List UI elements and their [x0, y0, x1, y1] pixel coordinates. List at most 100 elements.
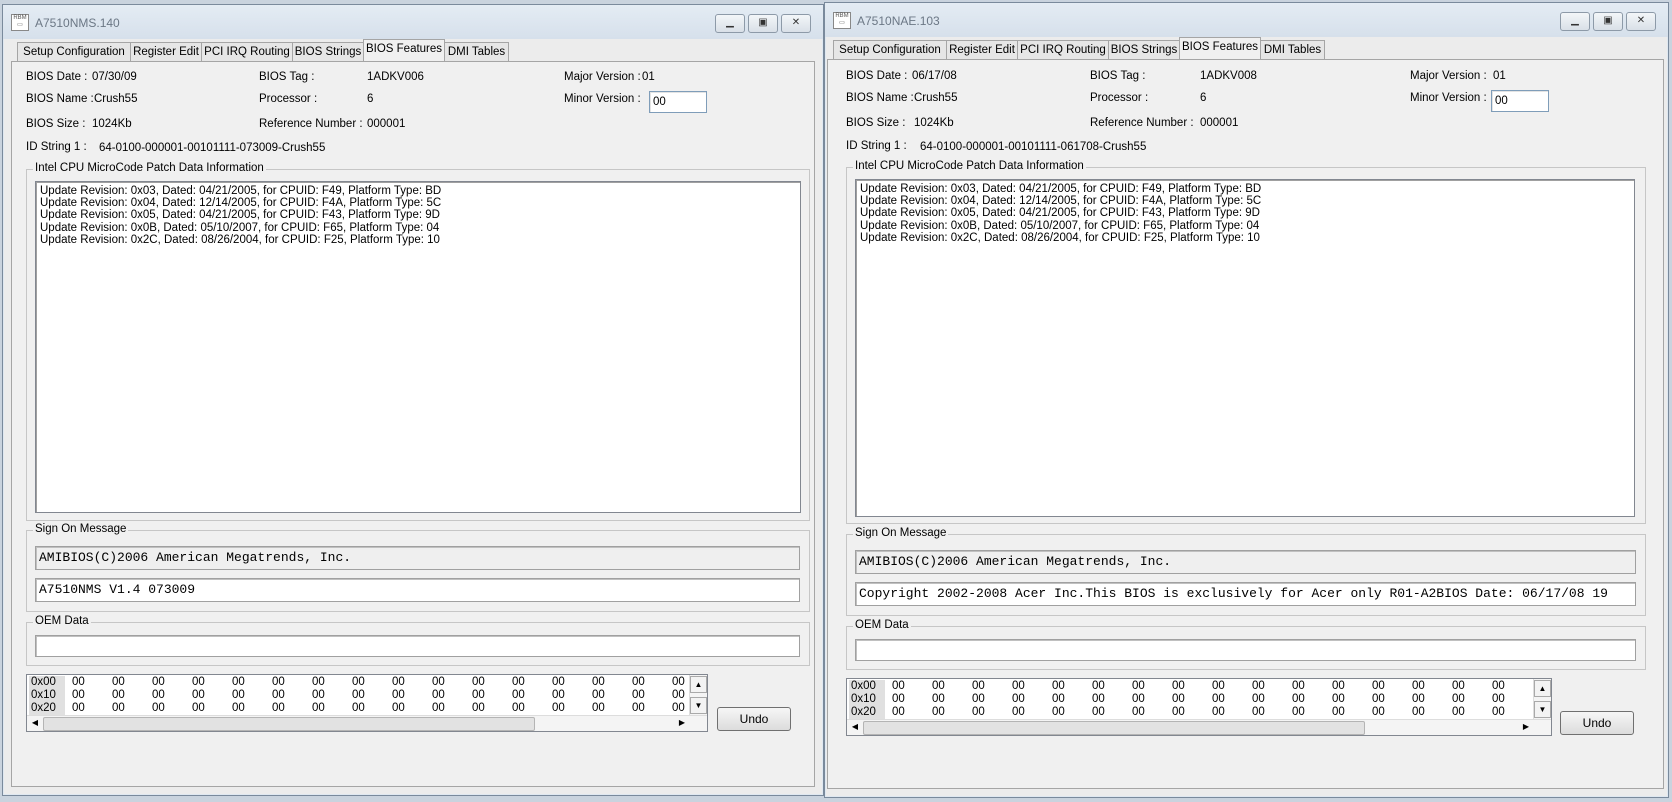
hex-cell[interactable]: 00 [1212, 706, 1225, 719]
hex-cell[interactable]: 00 [892, 680, 905, 693]
hex-cell[interactable]: 00 [592, 702, 605, 715]
hex-cell[interactable]: 00 [152, 689, 165, 702]
hex-cell[interactable]: 00 [1052, 706, 1065, 719]
scroll-up-arrow-icon[interactable]: ▲ [1534, 680, 1551, 697]
hex-cell[interactable]: 00 [1452, 693, 1465, 706]
hex-cell[interactable]: 00 [1492, 706, 1505, 719]
hex-cell[interactable]: 00 [232, 702, 245, 715]
hex-cell[interactable]: 00 [932, 706, 945, 719]
hex-cell[interactable]: 00 [192, 689, 205, 702]
close-button[interactable]: ✕ [781, 14, 811, 33]
hex-cell[interactable]: 00 [232, 676, 245, 689]
hex-cell[interactable]: 00 [392, 689, 405, 702]
hex-cell[interactable]: 00 [1412, 706, 1425, 719]
hex-cell[interactable]: 00 [1452, 680, 1465, 693]
hex-cell[interactable]: 00 [1132, 706, 1145, 719]
hex-cell[interactable]: 00 [472, 702, 485, 715]
hex-cell[interactable]: 00 [1492, 680, 1505, 693]
hex-cell[interactable]: 00 [352, 702, 365, 715]
hex-cell[interactable]: 00 [1092, 680, 1105, 693]
oem-data-input[interactable] [855, 639, 1636, 661]
hex-cell[interactable]: 00 [592, 676, 605, 689]
tab-setup-configuration[interactable]: Setup Configuration [17, 42, 131, 61]
hex-cell[interactable]: 00 [1212, 680, 1225, 693]
hex-cell[interactable]: 00 [1252, 706, 1265, 719]
title-bar[interactable]: RBM ▭ A7510NAE.103 ▁ ▣ ✕ [825, 3, 1668, 37]
hex-cell[interactable]: 00 [1452, 706, 1465, 719]
hex-cell[interactable]: 00 [1052, 680, 1065, 693]
hex-cell[interactable]: 00 [72, 676, 85, 689]
hex-data-grid[interactable]: 0x00 00 00 00 00 00 00 00 00 00 00 00 00… [26, 674, 708, 732]
hex-cell[interactable]: 00 [512, 702, 525, 715]
tab-register-edit[interactable]: Register Edit [130, 42, 202, 61]
tab-register-edit[interactable]: Register Edit [946, 40, 1018, 59]
hex-cell[interactable]: 00 [472, 676, 485, 689]
vertical-scrollbar[interactable]: ▲ ▼ [689, 675, 707, 715]
tab-setup-configuration[interactable]: Setup Configuration [833, 40, 947, 59]
scroll-right-arrow-icon[interactable]: ▶ [675, 716, 689, 730]
horizontal-scroll-thumb[interactable] [863, 721, 1365, 735]
hex-cell[interactable]: 00 [672, 702, 685, 715]
horizontal-scrollbar[interactable]: ◀ ▶ [847, 719, 1551, 735]
hex-cell[interactable]: 00 [1132, 693, 1145, 706]
tab-bios-features[interactable]: BIOS Features [363, 39, 445, 61]
horizontal-scrollbar[interactable]: ◀ ▶ [27, 715, 707, 731]
hex-cell[interactable]: 00 [1172, 693, 1185, 706]
hex-data-grid[interactable]: 0x00 00 00 00 00 00 00 00 00 00 00 00 00… [846, 678, 1552, 736]
microcode-list[interactable]: Update Revision: 0x03, Dated: 04/21/2005… [855, 179, 1635, 517]
scroll-left-arrow-icon[interactable]: ◀ [848, 720, 862, 734]
sign-on-line-2-input[interactable]: Copyright 2002-2008 Acer Inc.This BIOS i… [855, 582, 1636, 606]
scroll-right-arrow-icon[interactable]: ▶ [1519, 720, 1533, 734]
hex-cell[interactable]: 00 [352, 676, 365, 689]
hex-cell[interactable]: 00 [1052, 693, 1065, 706]
hex-cell[interactable]: 00 [1012, 693, 1025, 706]
scroll-up-arrow-icon[interactable]: ▲ [690, 676, 707, 693]
hex-cell[interactable]: 00 [1292, 680, 1305, 693]
undo-button[interactable]: Undo [717, 707, 791, 731]
hex-cell[interactable]: 00 [312, 702, 325, 715]
hex-cell[interactable]: 00 [1492, 693, 1505, 706]
hex-cell[interactable]: 00 [972, 693, 985, 706]
hex-cell[interactable]: 00 [232, 689, 245, 702]
hex-cell[interactable]: 00 [312, 689, 325, 702]
hex-cell[interactable]: 00 [932, 693, 945, 706]
scroll-down-arrow-icon[interactable]: ▼ [1534, 701, 1551, 718]
tab-bios-strings[interactable]: BIOS Strings [1108, 40, 1180, 59]
hex-cell[interactable]: 00 [592, 689, 605, 702]
minor-version-input[interactable]: 00 [1491, 90, 1549, 112]
hex-cell[interactable]: 00 [1172, 680, 1185, 693]
hex-cell[interactable]: 00 [1372, 680, 1385, 693]
minimize-button[interactable]: ▁ [1560, 12, 1590, 31]
hex-cell[interactable]: 00 [1332, 706, 1345, 719]
hex-cell[interactable]: 00 [1372, 693, 1385, 706]
scroll-left-arrow-icon[interactable]: ◀ [28, 716, 42, 730]
tab-bios-strings[interactable]: BIOS Strings [292, 42, 364, 61]
hex-cell[interactable]: 00 [1292, 693, 1305, 706]
close-button[interactable]: ✕ [1626, 12, 1656, 31]
hex-cell[interactable]: 00 [1412, 693, 1425, 706]
hex-cell[interactable]: 00 [432, 676, 445, 689]
minor-version-input[interactable]: 00 [649, 91, 707, 113]
hex-cell[interactable]: 00 [112, 702, 125, 715]
sign-on-line-2-input[interactable]: A7510NMS V1.4 073009 [35, 578, 800, 602]
tab-bios-features[interactable]: BIOS Features [1179, 37, 1261, 59]
hex-cell[interactable]: 00 [312, 676, 325, 689]
hex-cell[interactable]: 00 [112, 676, 125, 689]
hex-cell[interactable]: 00 [1092, 706, 1105, 719]
hex-cell[interactable]: 00 [392, 676, 405, 689]
hex-cell[interactable]: 00 [632, 702, 645, 715]
hex-cell[interactable]: 00 [1212, 693, 1225, 706]
hex-cell[interactable]: 00 [352, 689, 365, 702]
hex-cell[interactable]: 00 [72, 689, 85, 702]
hex-cell[interactable]: 00 [1012, 680, 1025, 693]
hex-cell[interactable]: 00 [1132, 680, 1145, 693]
hex-cell[interactable]: 00 [972, 706, 985, 719]
microcode-list[interactable]: Update Revision: 0x03, Dated: 04/21/2005… [35, 181, 801, 513]
hex-cell[interactable]: 00 [1092, 693, 1105, 706]
undo-button[interactable]: Undo [1560, 711, 1634, 735]
hex-cell[interactable]: 00 [1332, 693, 1345, 706]
hex-cell[interactable]: 00 [632, 689, 645, 702]
maximize-button[interactable]: ▣ [748, 14, 778, 33]
tab-pci-irq-routing[interactable]: PCI IRQ Routing [201, 42, 293, 61]
hex-cell[interactable]: 00 [392, 702, 405, 715]
